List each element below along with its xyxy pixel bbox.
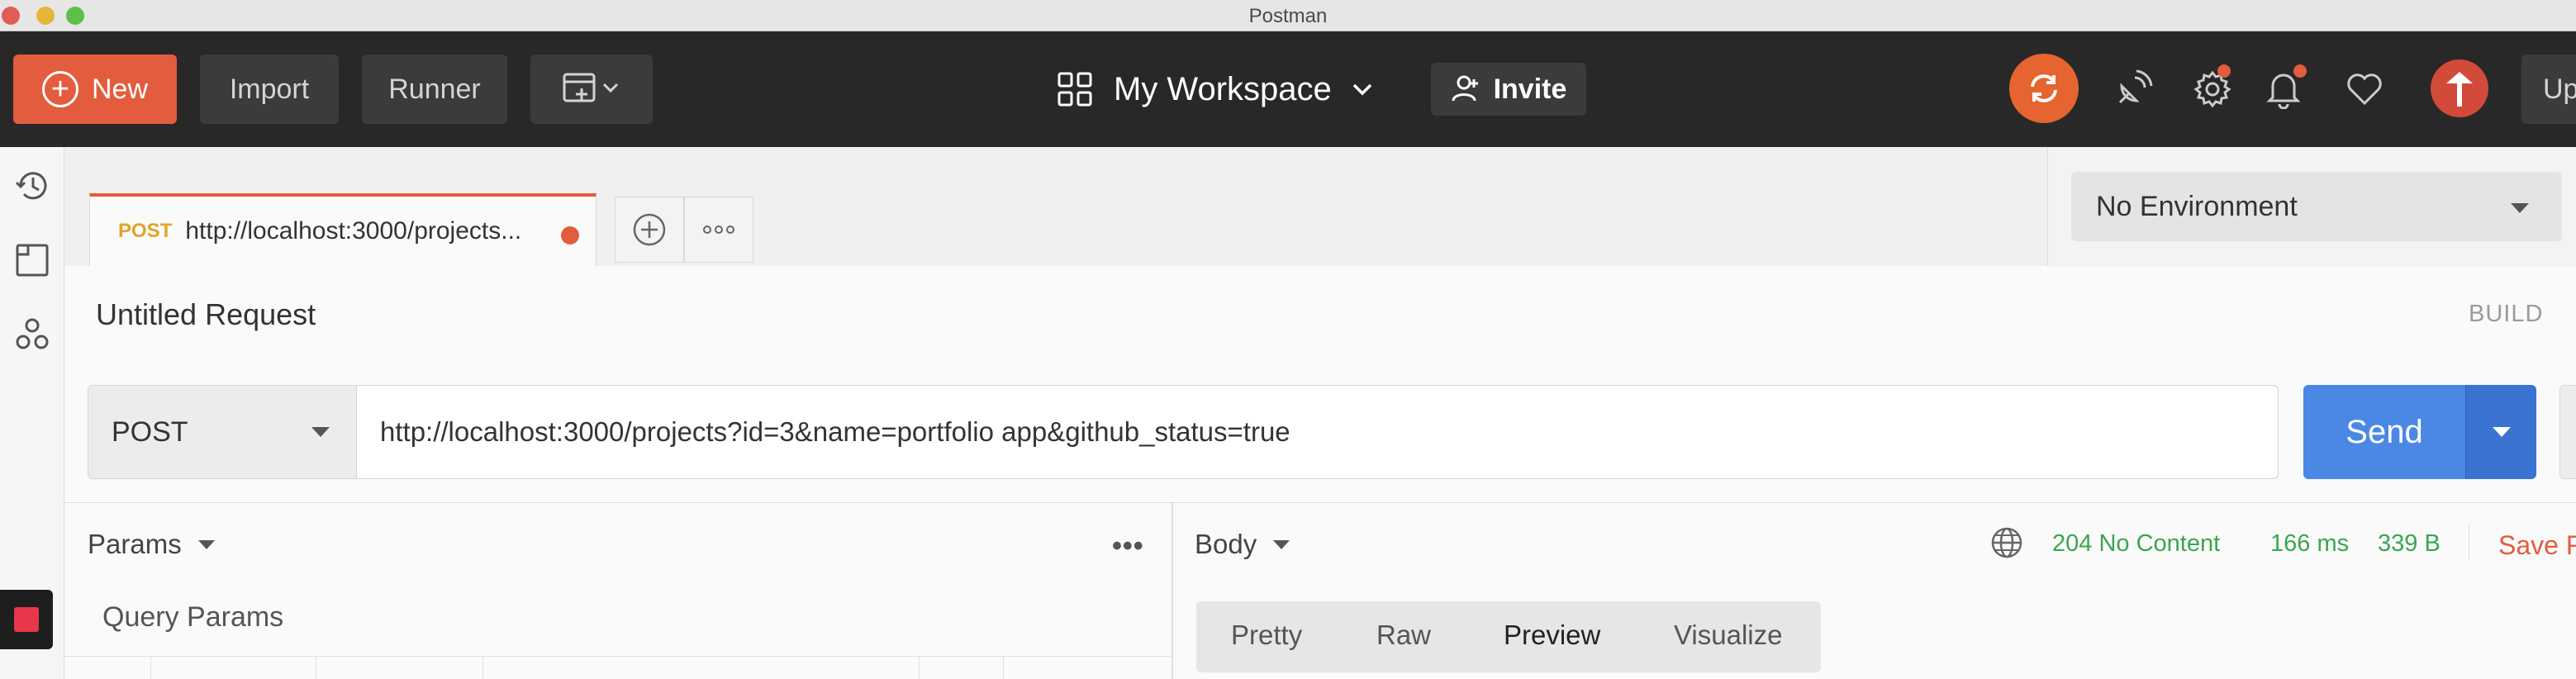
satellite-icon	[2118, 69, 2153, 104]
apis-button[interactable]	[12, 314, 53, 355]
open-new-button[interactable]	[530, 55, 653, 124]
plus-circle-icon	[633, 213, 666, 246]
send-label: Send	[2345, 413, 2423, 450]
user-avatar[interactable]	[2431, 59, 2488, 117]
response-body-dropdown[interactable]: Body	[1195, 529, 1290, 560]
environment-select[interactable]: No Environment	[2071, 172, 2562, 241]
column-divider	[1003, 657, 1004, 679]
avatar-icon	[2446, 72, 2473, 107]
view-tab-preview[interactable]: Preview	[1504, 620, 1600, 651]
caret-down-icon	[2492, 427, 2511, 437]
history-icon	[15, 172, 47, 200]
caret-down-icon	[197, 539, 215, 549]
view-tab-visualize[interactable]: Visualize	[1674, 620, 1782, 651]
save-button[interactable]	[2559, 385, 2576, 479]
pane-divider[interactable]	[1172, 502, 1173, 679]
response-time[interactable]: 166 ms	[2270, 530, 2349, 558]
unsaved-dot-icon	[561, 226, 579, 245]
notifications-badge	[2293, 64, 2307, 78]
view-tab-pretty[interactable]: Pretty	[1231, 620, 1302, 651]
heart-icon	[2347, 74, 2382, 106]
environment-panel: No Environment	[2047, 147, 2576, 266]
new-button[interactable]: + New	[13, 55, 177, 124]
divider	[64, 502, 2576, 503]
response-status[interactable]: 204 No Content	[2052, 530, 2220, 558]
history-button[interactable]	[12, 165, 53, 207]
workspace-switcher[interactable]: My Workspace	[1057, 64, 1395, 114]
response-size[interactable]: 339 B	[2378, 530, 2441, 558]
grid-icon	[1057, 72, 1092, 107]
upgrade-button[interactable]: Up	[2521, 55, 2576, 124]
tab-method: POST	[118, 220, 173, 242]
workspace-name: My Workspace	[1114, 70, 1332, 107]
view-tab-raw[interactable]: Raw	[1376, 620, 1431, 651]
tab-options-button[interactable]	[684, 197, 753, 263]
globe-icon	[1991, 527, 2022, 558]
runner-button[interactable]: Runner	[362, 55, 507, 124]
interceptor-button[interactable]	[2112, 68, 2155, 111]
import-button[interactable]: Import	[200, 55, 339, 124]
save-response-button[interactable]: Save R	[2498, 530, 2576, 561]
column-divider	[919, 657, 920, 679]
environment-selected: No Environment	[2096, 190, 2298, 222]
chevron-down-icon	[1352, 83, 1372, 96]
request-tab-bar: POST http://localhost:3000/projects...	[64, 147, 2047, 266]
network-info-button[interactable]	[1989, 525, 2024, 564]
request-name[interactable]: Untitled Request	[96, 297, 316, 332]
collections-button[interactable]	[12, 240, 53, 281]
settings-badge	[2217, 64, 2231, 78]
more-horizontal-icon	[703, 226, 734, 234]
response-body-label: Body	[1195, 529, 1257, 559]
favorites-button[interactable]	[2343, 68, 2386, 111]
caret-down-icon	[311, 427, 330, 437]
column-divider	[482, 657, 483, 679]
build-mode-toggle[interactable]: BUILD	[2469, 301, 2543, 328]
send-options-button[interactable]	[2465, 385, 2536, 479]
request-builder: Untitled Request BUILD POST Send Params …	[64, 266, 2576, 679]
postman-window: Postman + New Import Runner My Workspace…	[0, 0, 2576, 679]
stop-icon	[14, 607, 39, 632]
add-user-icon	[1452, 75, 1478, 102]
plus-icon: +	[41, 71, 78, 107]
new-tab-button[interactable]	[615, 197, 684, 263]
url-input[interactable]	[357, 385, 2279, 479]
request-tab[interactable]: POST http://localhost:3000/projects...	[89, 193, 596, 266]
caret-down-icon	[1273, 539, 1290, 549]
sync-icon	[2031, 74, 2057, 102]
params-label: Params	[88, 529, 182, 559]
collections-icon	[16, 244, 49, 277]
column-divider	[150, 657, 151, 679]
response-view-tabs: Pretty Raw Preview Visualize	[1196, 601, 1821, 672]
params-dropdown[interactable]: Params	[88, 529, 215, 560]
query-params-heading: Query Params	[102, 601, 284, 633]
invite-label: Invite	[1493, 73, 1567, 105]
sync-button[interactable]	[2009, 54, 2079, 123]
sidebar-rail	[0, 147, 64, 679]
caret-down-icon	[2511, 203, 2529, 213]
send-button[interactable]: Send	[2303, 385, 2465, 479]
window-title: Postman	[1248, 5, 1328, 27]
open-new-window-icon	[563, 73, 619, 102]
stop-button[interactable]	[0, 590, 53, 649]
title-bar: Postman	[0, 0, 2576, 31]
invite-button[interactable]: Invite	[1431, 63, 1586, 116]
app-header: + New Import Runner My Workspace Invite …	[0, 31, 2576, 147]
params-more-button[interactable]: •••	[1112, 530, 1144, 563]
apis-icon	[16, 318, 49, 349]
http-method-value: POST	[112, 415, 188, 448]
tab-title: http://localhost:3000/projects...	[185, 217, 522, 245]
params-table-header	[64, 656, 1172, 679]
new-button-label: New	[91, 73, 149, 105]
http-method-select[interactable]: POST	[88, 385, 357, 479]
